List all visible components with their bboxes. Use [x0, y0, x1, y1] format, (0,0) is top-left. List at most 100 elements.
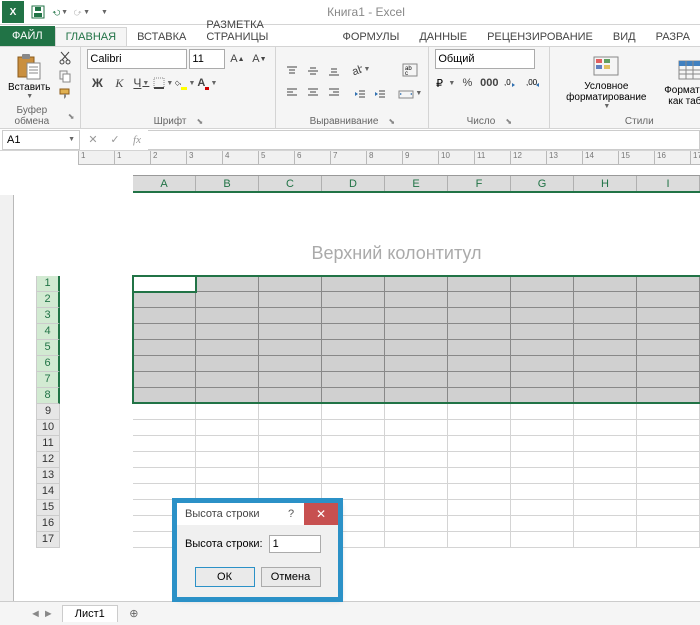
number-format-select[interactable]	[435, 49, 535, 69]
name-box[interactable]: A1▼	[2, 130, 80, 150]
align-middle-icon[interactable]	[303, 61, 323, 81]
sheet-nav-next-icon[interactable]: ►	[43, 608, 54, 620]
row-header-4[interactable]: 4	[36, 324, 60, 340]
align-top-icon[interactable]	[282, 61, 302, 81]
cell[interactable]	[637, 436, 700, 452]
cell[interactable]	[133, 324, 196, 340]
cell[interactable]	[196, 436, 259, 452]
enter-formula-icon[interactable]: ✓	[104, 130, 126, 150]
align-bottom-icon[interactable]	[324, 61, 344, 81]
cell[interactable]	[196, 484, 259, 500]
cell[interactable]	[322, 308, 385, 324]
cell[interactable]	[259, 292, 322, 308]
font-dialog-launcher-icon[interactable]: ⬊	[196, 117, 203, 126]
cell[interactable]	[322, 452, 385, 468]
tab-insert[interactable]: ВСТАВКА	[127, 28, 196, 46]
cell[interactable]	[196, 404, 259, 420]
col-header-F[interactable]: F	[448, 176, 511, 191]
row-header-14[interactable]: 14	[36, 484, 60, 500]
add-sheet-icon[interactable]: ⊕	[124, 604, 144, 624]
cell[interactable]	[385, 356, 448, 372]
cell[interactable]	[574, 372, 637, 388]
cell[interactable]	[637, 308, 700, 324]
cell[interactable]	[196, 372, 259, 388]
cell[interactable]	[196, 292, 259, 308]
cell[interactable]	[322, 324, 385, 340]
cell[interactable]	[511, 356, 574, 372]
cell[interactable]	[322, 404, 385, 420]
cell[interactable]	[196, 340, 259, 356]
cell[interactable]	[511, 436, 574, 452]
cell[interactable]	[385, 468, 448, 484]
cell[interactable]	[511, 292, 574, 308]
cell[interactable]	[448, 356, 511, 372]
cell[interactable]	[196, 324, 259, 340]
cell[interactable]	[385, 500, 448, 516]
cell[interactable]	[511, 500, 574, 516]
cell[interactable]	[448, 436, 511, 452]
cell[interactable]	[637, 340, 700, 356]
align-right-icon[interactable]	[324, 82, 344, 102]
cell[interactable]	[637, 292, 700, 308]
row-header-12[interactable]: 12	[36, 452, 60, 468]
cell[interactable]	[385, 276, 448, 292]
cell[interactable]	[511, 468, 574, 484]
clipboard-dialog-launcher-icon[interactable]: ⬊	[68, 112, 75, 121]
cancel-button[interactable]: Отмена	[261, 567, 321, 587]
decrease-indent-icon[interactable]	[350, 84, 370, 104]
cell[interactable]	[637, 388, 700, 404]
paste-button[interactable]: Вставить ▼	[6, 50, 52, 102]
increase-indent-icon[interactable]	[370, 84, 390, 104]
cell[interactable]	[133, 484, 196, 500]
dialog-titlebar[interactable]: Высота строки ? ✕	[177, 503, 338, 525]
dialog-help-icon[interactable]: ?	[278, 503, 304, 525]
cell[interactable]	[196, 452, 259, 468]
qat-customize-icon[interactable]: ▼	[96, 4, 112, 20]
tab-data[interactable]: ДАННЫЕ	[409, 28, 477, 46]
cell[interactable]	[196, 308, 259, 324]
percent-icon[interactable]: %	[457, 73, 477, 93]
cell[interactable]	[574, 292, 637, 308]
cut-icon[interactable]	[56, 50, 74, 66]
row-header-9[interactable]: 9	[36, 404, 60, 420]
currency-icon[interactable]: ₽▼	[435, 73, 455, 93]
cell[interactable]	[385, 484, 448, 500]
align-left-icon[interactable]	[282, 82, 302, 102]
cell[interactable]	[385, 340, 448, 356]
cell[interactable]	[511, 372, 574, 388]
cell[interactable]	[259, 372, 322, 388]
cell[interactable]	[637, 356, 700, 372]
fill-color-button[interactable]: ▼	[175, 73, 195, 93]
cell[interactable]	[322, 340, 385, 356]
cell[interactable]	[322, 468, 385, 484]
cell[interactable]	[322, 276, 385, 292]
row-header-8[interactable]: 8	[36, 388, 60, 404]
cell[interactable]	[448, 372, 511, 388]
cell[interactable]	[448, 468, 511, 484]
cell[interactable]	[574, 516, 637, 532]
tab-view[interactable]: ВИД	[603, 28, 646, 46]
cell[interactable]	[448, 404, 511, 420]
row-header-13[interactable]: 13	[36, 468, 60, 484]
redo-icon[interactable]: ▼	[74, 4, 90, 20]
cell[interactable]	[322, 292, 385, 308]
row-header-11[interactable]: 11	[36, 436, 60, 452]
cell[interactable]	[322, 420, 385, 436]
cell[interactable]	[259, 324, 322, 340]
sheet-tab-1[interactable]: Лист1	[62, 605, 118, 622]
cell[interactable]	[448, 388, 511, 404]
alignment-dialog-launcher-icon[interactable]: ⬊	[388, 117, 395, 126]
cell[interactable]	[574, 452, 637, 468]
cell[interactable]	[637, 276, 700, 292]
row-header-5[interactable]: 5	[36, 340, 60, 356]
cell[interactable]	[133, 468, 196, 484]
cell[interactable]	[448, 308, 511, 324]
increase-font-icon[interactable]: A▲	[227, 49, 247, 69]
cell[interactable]	[259, 276, 322, 292]
cell[interactable]	[448, 452, 511, 468]
cell[interactable]	[196, 388, 259, 404]
cell[interactable]	[385, 372, 448, 388]
cell[interactable]	[511, 308, 574, 324]
dialog-close-icon[interactable]: ✕	[304, 503, 338, 525]
cell[interactable]	[574, 404, 637, 420]
